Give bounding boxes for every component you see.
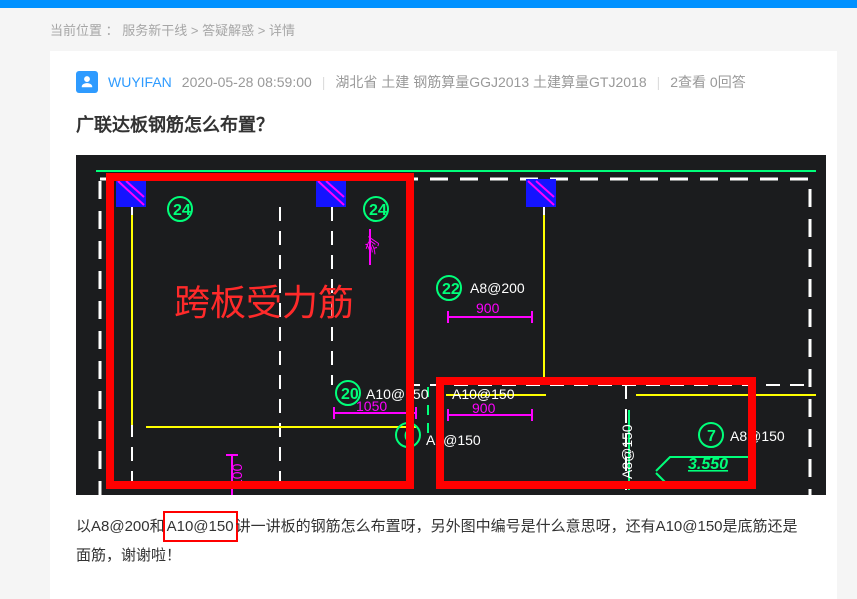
question-card: WUYIFAN 2020-05-28 08:59:00 | 湖北省 土建 钢筋算… [50,51,837,599]
user-icon [80,75,94,89]
highlight-box-left [106,173,414,489]
post-stats: 2查看 0回答 [670,72,745,92]
question-image: 刻 24 24 22 [76,155,826,495]
post-tags: 湖北省 土建 钢筋算量GGJ2013 土建算量GTJ2018 [335,72,646,92]
avatar [76,71,98,93]
crumb-l1[interactable]: 服务新干线 [122,23,187,38]
post-time: 2020-05-28 08:59:00 [182,74,312,90]
svg-text:900: 900 [476,300,500,316]
question-meta: WUYIFAN 2020-05-28 08:59:00 | 湖北省 土建 钢筋算… [76,71,811,93]
question-title: 广联达板钢筋怎么布置？ [76,111,811,137]
username[interactable]: WUYIFAN [108,74,172,90]
svg-text:A8@200: A8@200 [470,280,525,296]
crumb-l3: 详情 [269,23,295,38]
highlight-box-right [436,377,756,489]
breadcrumb: 当前位置 ： 服务新干线 > 答疑解惑 > 详情 [50,8,847,51]
question-body: 以A8@200和A10@150讲一讲板的钢筋怎么布置呀，另外图中编号是什么意思呀… [76,511,811,569]
svg-text:22: 22 [442,281,460,298]
crumb-l2[interactable]: 答疑解惑 [202,23,254,38]
